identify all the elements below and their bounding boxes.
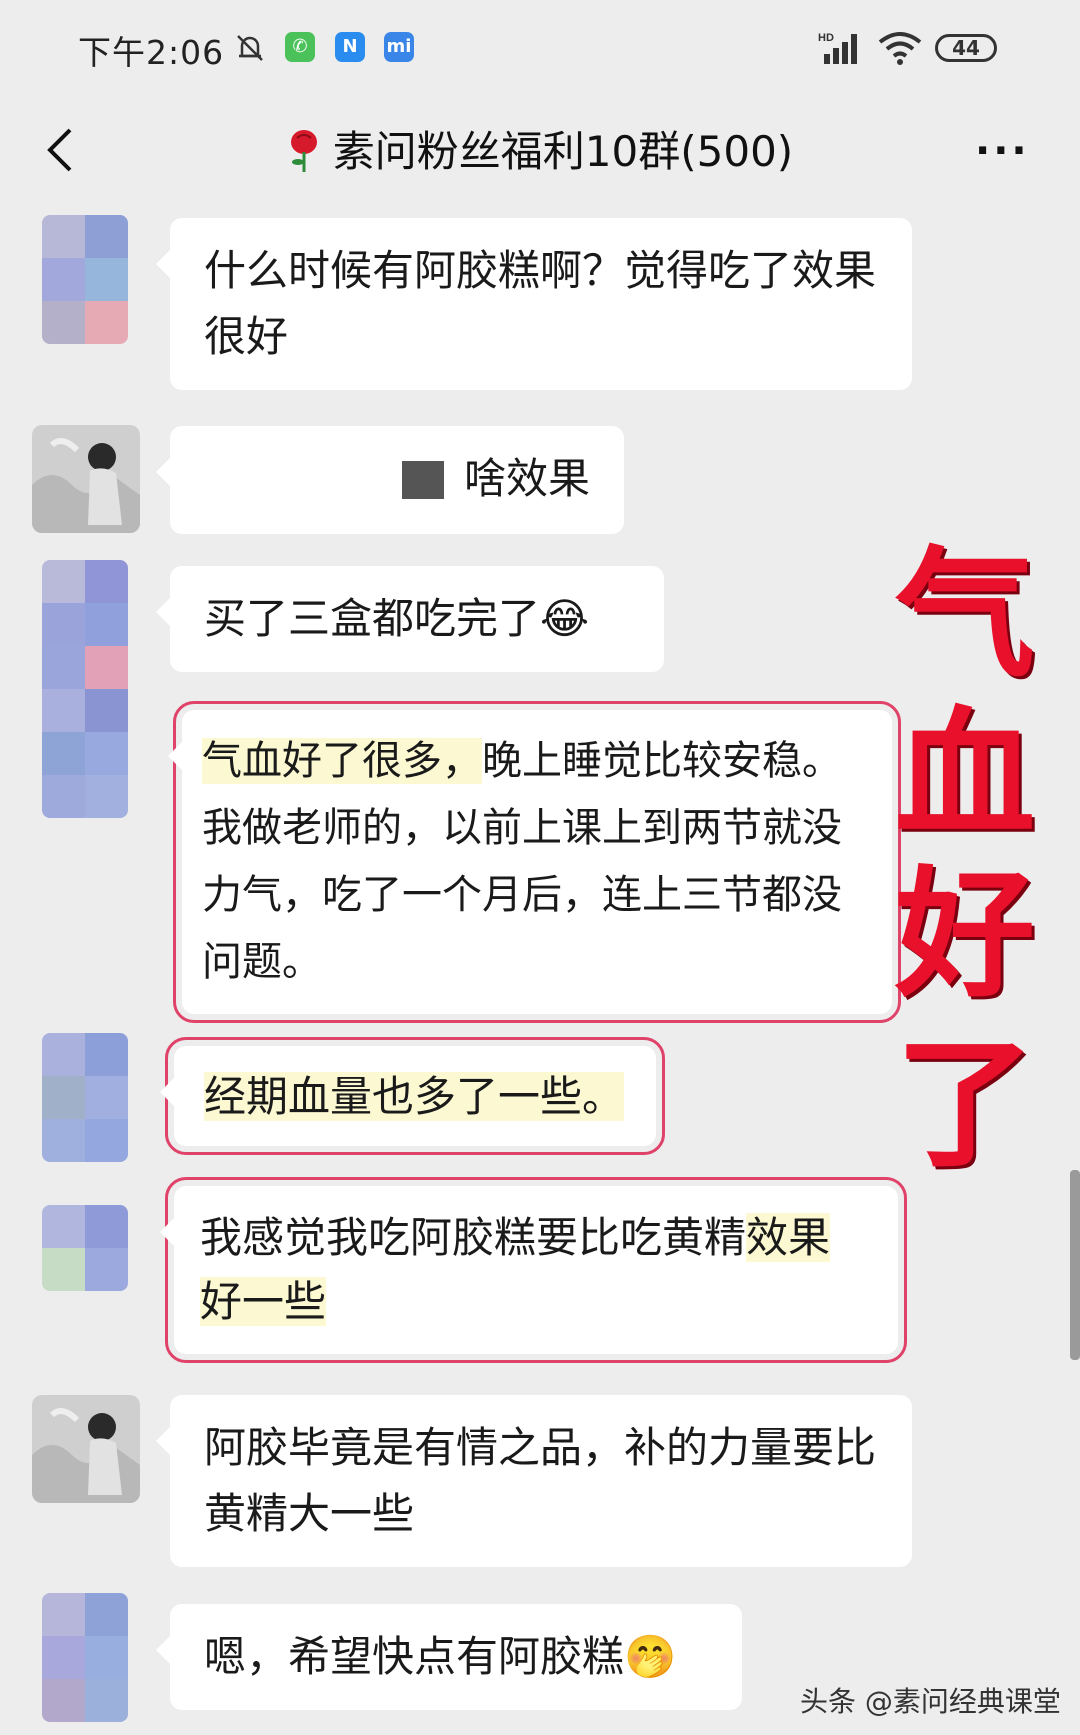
portrait-image [32,1395,140,1503]
message-text: 嗯，希望快点有阿胶糕🤭 [204,1632,677,1681]
rose-icon [290,130,317,172]
wechat-icon: ✆ [285,32,315,62]
status-time: 下午2:06 [78,33,225,72]
avatar-photo[interactable] [32,425,140,533]
avatar[interactable] [42,215,128,344]
redacted-block [401,461,444,499]
scrollbar[interactable] [1070,1170,1080,1360]
message-text: 阿胶毕竟是有情之品，补的力量要比黄精大一些 [204,1423,877,1538]
avatar[interactable] [42,1205,128,1291]
overlay-char: 好 [895,853,1036,1017]
overlay-char: 血 [895,693,1036,857]
message-bubble-highlighted[interactable]: 我感觉我吃阿胶糕要比吃黄精效果好一些 [160,1177,907,1363]
mi-app-icon: mi [384,32,414,62]
highlighted-text: 气血好了很多， [202,738,482,784]
avatar-photo[interactable] [32,1395,140,1503]
avatar[interactable] [42,1033,128,1162]
avatar[interactable] [42,560,128,818]
chat-header: 素问粉丝福利10群(500) ··· [0,100,1080,200]
message-bubble[interactable]: 啥效果 [156,426,624,534]
chat-title-text: 素问粉丝福利10群(500) [332,127,794,176]
message-bubble[interactable]: 什么时候有阿胶糕啊？觉得吃了效果很好 [156,218,912,390]
overlay-char: 气 [895,533,1036,697]
more-options-button[interactable]: ··· [975,128,1030,174]
message-text: 买了三盒都吃完了😂 [204,594,590,643]
chat-title: 素问粉丝福利10群(500) [0,118,1080,179]
portrait-image [32,425,140,533]
watermark: 头条 @素问经典课堂 [800,1685,1061,1718]
highlighted-text: 经期血量也多了一些。 [204,1072,625,1121]
status-bar: 下午2:06 ✆ N mi HD 44 [0,0,1080,100]
message-bubble-highlighted[interactable]: 经期血量也多了一些。 [160,1037,665,1155]
message-text: 啥效果 [463,454,590,503]
bell-muted-icon [237,35,263,61]
wifi-icon [878,32,922,65]
avatar[interactable] [42,1593,128,1722]
message-bubble-highlighted[interactable]: 气血好了很多，晚上睡觉比较安稳。我做老师的，以前上课上到两节就没力气，吃了一个月… [168,701,901,1023]
signal-hd-label: HD [818,32,834,44]
overlay-char: 了 [895,1023,1036,1187]
message-text: 我感觉我吃阿胶糕要比吃黄精 [200,1213,747,1262]
signal-icon: HD [818,32,857,64]
message-bubble[interactable]: 嗯，希望快点有阿胶糕🤭 [156,1604,742,1710]
battery-indicator: 44 [935,34,997,62]
message-text: 什么时候有阿胶糕啊？觉得吃了效果很好 [204,246,877,361]
message-bubble[interactable]: 阿胶毕竟是有情之品，补的力量要比黄精大一些 [156,1395,912,1567]
message-bubble[interactable]: 买了三盒都吃完了😂 [156,566,664,672]
n-app-icon: N [335,32,365,62]
